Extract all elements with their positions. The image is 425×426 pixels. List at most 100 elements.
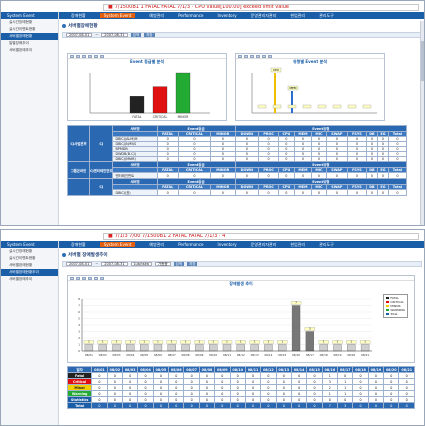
export-icon[interactable] xyxy=(100,54,104,58)
menu-item[interactable]: System Event xyxy=(99,13,136,18)
print-icon[interactable] xyxy=(82,54,86,58)
event-table: CJ사업본부 CJ 서버명 Event등급 Event유형 FATAL CRITICAL MI… xyxy=(67,125,408,196)
x-tick-label: 08/03 xyxy=(112,353,120,357)
scrollbar[interactable] xyxy=(420,21,424,225)
bar xyxy=(84,344,94,352)
search-button[interactable]: 검색 xyxy=(130,33,142,37)
menu-item[interactable]: 현업관리 xyxy=(290,242,305,248)
menu-item[interactable]: 관리도구 xyxy=(319,242,334,248)
tilde: ~ xyxy=(95,33,99,37)
scroll-thumb[interactable] xyxy=(421,41,424,81)
print-icon[interactable] xyxy=(82,276,86,280)
bar xyxy=(236,344,245,352)
zoom-icon[interactable] xyxy=(70,54,74,58)
sidebar-item[interactable]: 실시간장애현황 xyxy=(1,248,58,255)
sidebar-item[interactable]: 실시간이벤트현황 xyxy=(1,255,58,262)
menu-item[interactable]: 운영관리자관리 xyxy=(251,242,277,248)
group-select[interactable]: Lusinsea xyxy=(130,262,152,266)
server-name[interactable]: DBICJ(표) xyxy=(112,189,158,196)
save-icon[interactable] xyxy=(256,54,260,58)
bullet-icon xyxy=(62,24,66,28)
sidebar-item[interactable]: 실시간장애현황 xyxy=(1,19,58,26)
trend-table-wrap: 일자 08/01 08/02 08/03 08/04 08/05 08/06 08/07 08/… xyxy=(66,366,415,409)
y-tick-label: 0 xyxy=(78,349,80,353)
menu-item[interactable]: Inventory xyxy=(217,242,236,247)
sidebar-item[interactable]: 실시간이벤트현황 xyxy=(1,26,58,33)
bar xyxy=(167,344,176,352)
subgroup-name: CJ엔터테인먼트 xyxy=(88,161,114,179)
bar xyxy=(209,344,218,352)
open-icon[interactable] xyxy=(244,54,248,58)
y-tick-label: 6 xyxy=(78,310,80,314)
sidebar-item[interactable]: 일별장애추이 xyxy=(1,40,58,47)
export-icon[interactable] xyxy=(268,54,272,58)
sidebar-item[interactable]: 서버별장애추이 xyxy=(1,47,58,54)
menu-item[interactable]: System Event xyxy=(99,242,136,247)
date-from-input[interactable]: 2007-08-01 xyxy=(66,262,93,266)
bar xyxy=(181,344,190,352)
menu-item[interactable]: 예방관리 xyxy=(149,13,164,19)
open-icon[interactable] xyxy=(76,276,80,280)
open-icon[interactable] xyxy=(76,54,80,58)
alert-icon: ■ xyxy=(108,233,113,239)
sidebar-item[interactable]: 서버별장애현황 xyxy=(1,33,58,40)
save-icon[interactable] xyxy=(88,54,92,58)
x-tick-label: 08/15 xyxy=(278,353,286,357)
print-icon[interactable] xyxy=(250,54,254,58)
table-cell: 0 xyxy=(121,402,139,409)
chart-icon[interactable] xyxy=(94,54,98,58)
chart-icon[interactable] xyxy=(262,54,266,58)
menu-item[interactable]: 장애현황 xyxy=(71,13,86,19)
x-tick-label: 08/07 xyxy=(168,353,176,357)
menu-item[interactable]: Performance xyxy=(178,242,203,247)
excel-button[interactable]: 저장 xyxy=(187,262,198,266)
bar xyxy=(152,86,168,114)
menu-item[interactable]: 현업관리 xyxy=(290,13,305,19)
sidebar-list-2: 실시간장애현황 실시간이벤트현황 서버별장애현황 서버별장애현황추이 서버별장애추이 xyxy=(1,248,58,283)
zoom-icon[interactable] xyxy=(238,54,242,58)
table-cell: 7 xyxy=(321,402,339,409)
zoom-icon[interactable] xyxy=(70,276,74,280)
table-cell: 0 xyxy=(293,189,313,196)
sidebar-item[interactable]: 서버별장애현황추이 xyxy=(1,269,58,276)
table-cell: 0 xyxy=(367,402,385,409)
export-icon[interactable] xyxy=(100,276,104,280)
date-to-input[interactable]: 2007-08-31 xyxy=(101,262,128,266)
menu-item[interactable]: 관리도구 xyxy=(319,13,334,19)
y-tick-label: 3 xyxy=(78,330,80,334)
top-window: ■ 7/1500B1 1 FATAL FATAL 7/1/3 · CPU valu… xyxy=(0,0,425,226)
x-tick-label: 08/06 xyxy=(154,353,162,357)
chart-icon[interactable] xyxy=(94,276,98,280)
menu-item[interactable]: 예방관리 xyxy=(149,242,164,248)
alert-icon: ■ xyxy=(108,4,113,10)
excel-button[interactable]: 저장 xyxy=(144,33,155,37)
y-tick-label: 8 xyxy=(78,297,80,301)
menu-item[interactable]: Performance xyxy=(178,13,203,18)
alarm-ticker-2[interactable]: ■ 7/1/3 7/00 7/1500B1 2 FATAL FATAL 7/1/3… xyxy=(103,233,419,240)
data-label: MEM xyxy=(289,86,296,90)
table-cell: 0 xyxy=(325,189,349,196)
sidebar: System Event 실시간장애현황 실시간이벤트현황 서버별장애현황 일별장애추… xyxy=(1,12,59,225)
search-button[interactable]: 검색 xyxy=(173,262,184,266)
menu-item[interactable]: Inventory xyxy=(217,13,236,18)
bar xyxy=(195,344,204,352)
bar xyxy=(305,331,315,352)
status-select[interactable]: 가동중 xyxy=(154,262,171,266)
table-cell: 0 xyxy=(260,402,277,409)
table-cell: 0 xyxy=(257,189,280,196)
x-tick-label: 08/10 xyxy=(209,353,217,357)
menu-item[interactable]: 운영관리자관리 xyxy=(251,13,277,19)
alarm-ticker[interactable]: ■ 7/1500B1 1 FATAL FATAL 7/1/3 · CPU valu… xyxy=(103,4,419,11)
zero-label-box xyxy=(287,104,297,109)
date-to-input[interactable]: 2007-08-31 xyxy=(101,33,128,37)
save-icon[interactable] xyxy=(88,276,92,280)
zero-label-box xyxy=(302,104,312,109)
menu-item[interactable]: 장애현황 xyxy=(71,242,86,248)
zero-label-box xyxy=(257,104,267,109)
group-name: CJ사업본부 xyxy=(67,125,90,162)
sidebar-item[interactable]: 서버별장애현황 xyxy=(1,262,58,269)
sidebar-item[interactable]: 서버별장애추이 xyxy=(1,276,58,283)
date-from-input[interactable]: 2007-08-01 xyxy=(66,33,93,37)
x-tick-label: 08/04 xyxy=(126,353,134,357)
x-tick-label: 08/19 xyxy=(333,353,341,357)
